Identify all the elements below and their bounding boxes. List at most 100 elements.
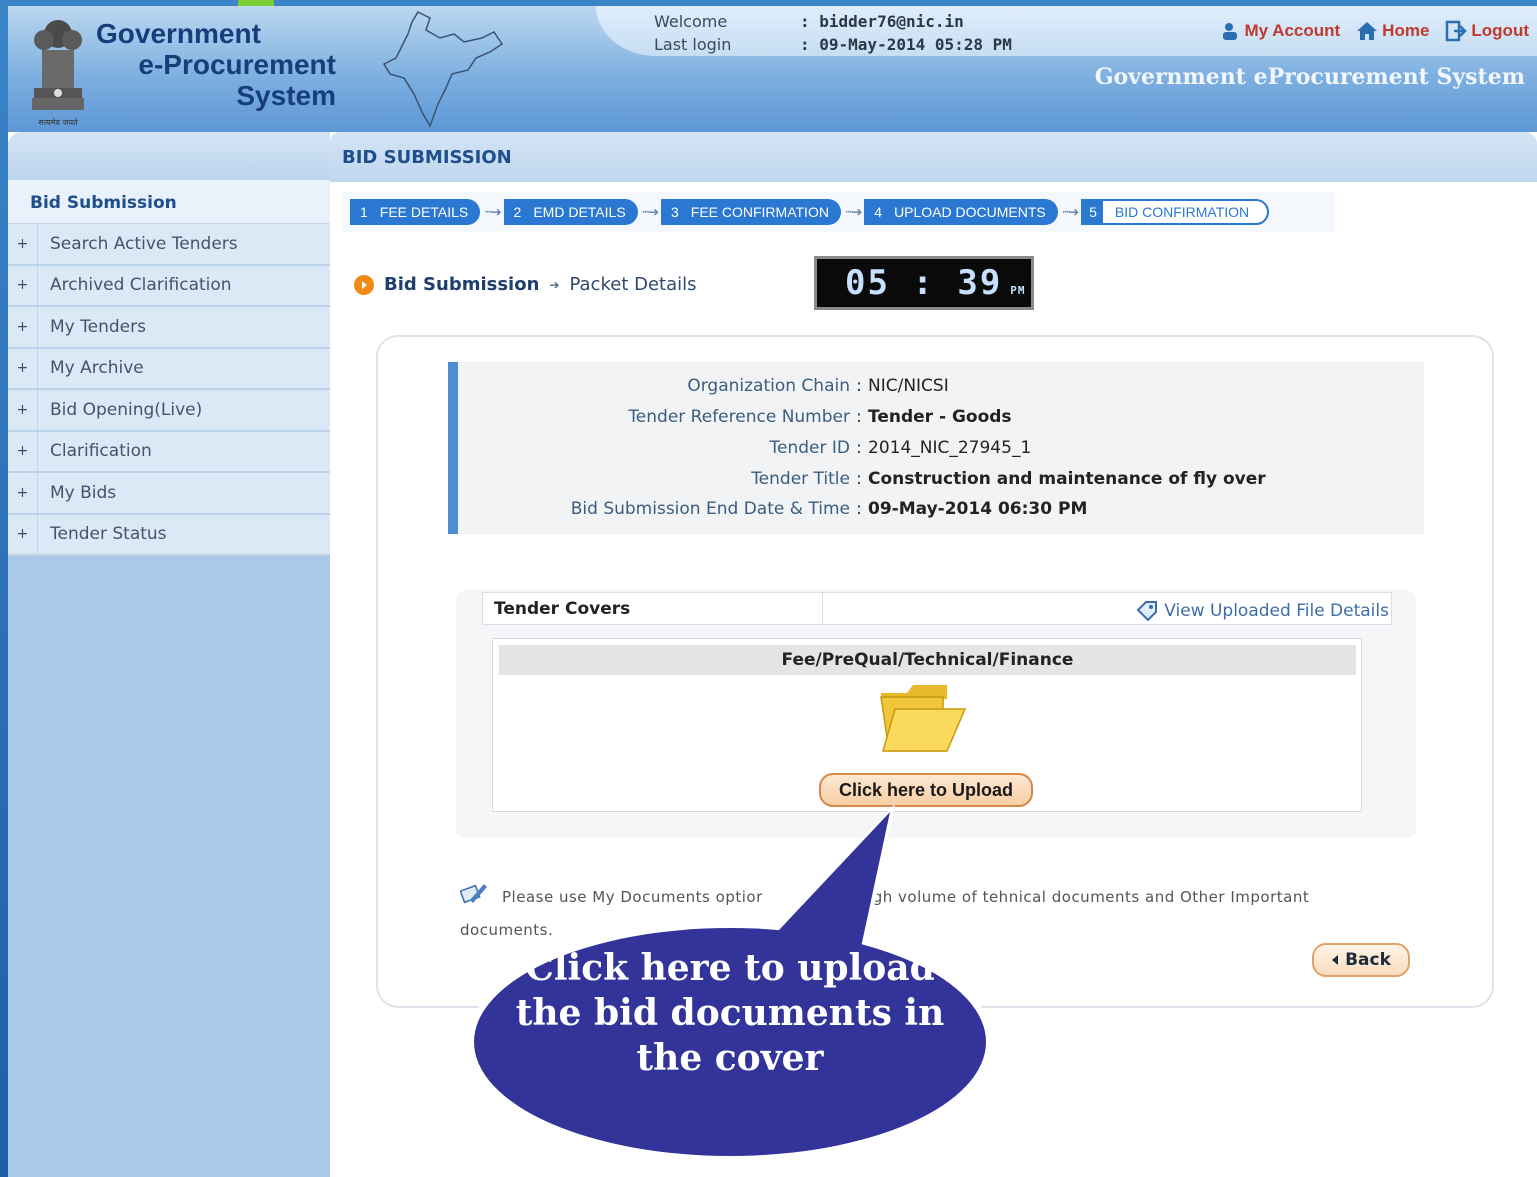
back-button[interactable]: Back: [1312, 943, 1410, 977]
caret-left-icon: [1332, 955, 1339, 965]
expand-icon: +: [8, 307, 38, 347]
clock-ampm: PM: [1010, 283, 1026, 297]
sidebar-item-label: Bid Opening(Live): [50, 399, 203, 420]
expand-icon: +: [8, 348, 38, 388]
breadcrumb-current: Packet Details: [569, 274, 697, 295]
cover-title: Fee/PreQual/Technical/Finance: [499, 645, 1356, 675]
back-label: Back: [1345, 950, 1391, 970]
logout-link[interactable]: Logout: [1445, 20, 1529, 42]
step-number: 1: [360, 204, 368, 220]
org-chain-value: NIC/NICSI: [868, 376, 949, 396]
step-bid-confirmation[interactable]: 5 BID CONFIRMATION: [1081, 199, 1270, 225]
user-icon: [1223, 23, 1238, 40]
bullet-arrow-icon: [354, 274, 374, 295]
end-date-label: Bid Submission End Date & Time: [570, 499, 850, 519]
digital-clock: 05 : 39 PM: [814, 256, 1034, 310]
callout-text: Click here to upload the bid documents i…: [515, 947, 945, 1079]
org-chain-label: Organization Chain: [687, 376, 850, 396]
sidebar-item-clarification[interactable]: + Clarification: [8, 431, 330, 473]
breadcrumb-parent[interactable]: Bid Submission: [384, 274, 539, 295]
step-label: FEE CONFIRMATION: [690, 204, 829, 220]
sidebar-item-tender-status[interactable]: + Tender Status: [8, 514, 330, 556]
tender-id-value: 2014_NIC_27945_1: [868, 438, 1032, 458]
tender-info-box: Organization Chain : NIC/NICSI Tender Re…: [448, 362, 1424, 534]
expand-icon: +: [8, 390, 38, 430]
section-title: BID SUBMISSION: [330, 132, 1537, 182]
sidebar-item-label: Tender Status: [50, 524, 167, 545]
step-label: UPLOAD DOCUMENTS: [894, 204, 1046, 220]
step-arrow-icon: ····➔: [844, 205, 862, 219]
step-number: 2: [513, 204, 522, 220]
national-emblem-icon: सत्यमेव जयते: [32, 20, 84, 127]
logout-icon: [1446, 20, 1468, 42]
tender-title-value: Construction and maintenance of fly over: [868, 469, 1266, 489]
view-uploaded-label: View Uploaded File Details: [1164, 600, 1389, 621]
welcome-label: Welcome: [654, 12, 728, 31]
emblem-motto: सत्यमेव जयते: [38, 117, 78, 127]
sidebar-item-search-active-tenders[interactable]: + Search Active Tenders: [8, 224, 330, 266]
top-links: My Account Home Logout: [1220, 20, 1529, 42]
view-uploaded-files-link[interactable]: View Uploaded File Details: [823, 593, 1391, 624]
my-account-link[interactable]: My Account: [1220, 21, 1340, 41]
sidebar: Bid Submission + Search Active Tenders +…: [8, 132, 330, 1177]
my-account-label: My Account: [1244, 21, 1341, 40]
sidebar-item-archived-clarification[interactable]: + Archived Clarification: [8, 265, 330, 307]
colon: :: [856, 407, 862, 427]
sidebar-item-my-archive[interactable]: + My Archive: [8, 348, 330, 390]
home-label: Home: [1382, 21, 1430, 40]
logo-line-2: e-Procurement: [138, 49, 336, 80]
tender-ref-label: Tender Reference Number: [628, 407, 850, 427]
sidebar-item-label: My Tenders: [50, 316, 146, 337]
india-map-icon: [382, 11, 504, 128]
step-arrow-icon: ····➔: [1061, 205, 1079, 219]
sidebar-item-my-bids[interactable]: + My Bids: [8, 473, 330, 515]
breadcrumb-separator-icon: ➔: [549, 277, 560, 292]
last-login-label: Last login: [654, 35, 732, 54]
sidebar-item-label: My Bids: [50, 482, 117, 503]
tender-title-label: Tender Title: [751, 469, 850, 489]
step-label: FEE DETAILS: [379, 204, 469, 220]
expand-icon: +: [8, 473, 38, 513]
folder-icon[interactable]: [877, 679, 967, 755]
step-upload-documents[interactable]: 4 UPLOAD DOCUMENTS: [864, 199, 1058, 225]
colon: :: [856, 438, 862, 458]
sidebar-item-my-tenders[interactable]: + My Tenders: [8, 307, 330, 349]
step-number: 3: [670, 204, 679, 220]
step-label: EMD DETAILS: [533, 204, 626, 220]
home-link[interactable]: Home: [1356, 20, 1429, 42]
step-fee-confirmation[interactable]: 3 FEE CONFIRMATION: [660, 199, 841, 225]
wizard-steps: 1 FEE DETAILS ····➔ 2 EMD DETAILS ····➔ …: [342, 192, 1335, 232]
tag-icon: [1136, 600, 1158, 621]
tender-ref-value: Tender - Goods: [868, 407, 1012, 427]
step-arrow-icon: ····➔: [484, 205, 501, 219]
sidebar-item-bid-opening-live[interactable]: + Bid Opening(Live): [8, 390, 330, 432]
logo-line-1: Government: [96, 18, 261, 49]
breadcrumb: Bid Submission ➔ Packet Details: [354, 274, 697, 295]
step-emd-details[interactable]: 2 EMD DETAILS: [503, 199, 638, 225]
welcome-user: : bidder76@nic.in: [800, 12, 964, 31]
colon: :: [856, 469, 862, 489]
header: सत्यमेव जयते Government e-Procurement Sy…: [8, 6, 1537, 132]
tender-covers-header: Tender Covers View Uploaded File Details: [482, 592, 1392, 625]
logout-label: Logout: [1471, 21, 1529, 40]
sidebar-item-label: Search Active Tenders: [50, 233, 238, 254]
clock-time: 05 : 39: [845, 263, 1003, 303]
step-number: 5: [1083, 201, 1103, 223]
colon: :: [856, 376, 862, 396]
step-fee-details[interactable]: 1 FEE DETAILS: [350, 199, 481, 225]
home-icon: [1357, 22, 1378, 40]
tender-covers-title: Tender Covers: [483, 593, 823, 624]
sidebar-top: [8, 132, 330, 180]
tender-id-label: Tender ID: [769, 438, 850, 458]
last-login-value: : 09-May-2014 05:28 PM: [800, 35, 1012, 54]
step-arrow-icon: ····➔: [641, 205, 659, 219]
expand-icon: +: [8, 431, 38, 471]
welcome-block: Welcome : bidder76@nic.in Last login : 0…: [654, 10, 1012, 56]
site-logo-text: Government e-Procurement System: [96, 18, 336, 111]
sidebar-item-label: My Archive: [50, 358, 144, 379]
sidebar-heading[interactable]: Bid Submission: [8, 180, 330, 224]
page: सत्यमेव जयते Government e-Procurement Sy…: [8, 6, 1537, 1177]
logo-line-3: System: [236, 80, 336, 111]
expand-icon: +: [8, 265, 38, 305]
system-title: Government eProcurement System: [1094, 64, 1525, 90]
